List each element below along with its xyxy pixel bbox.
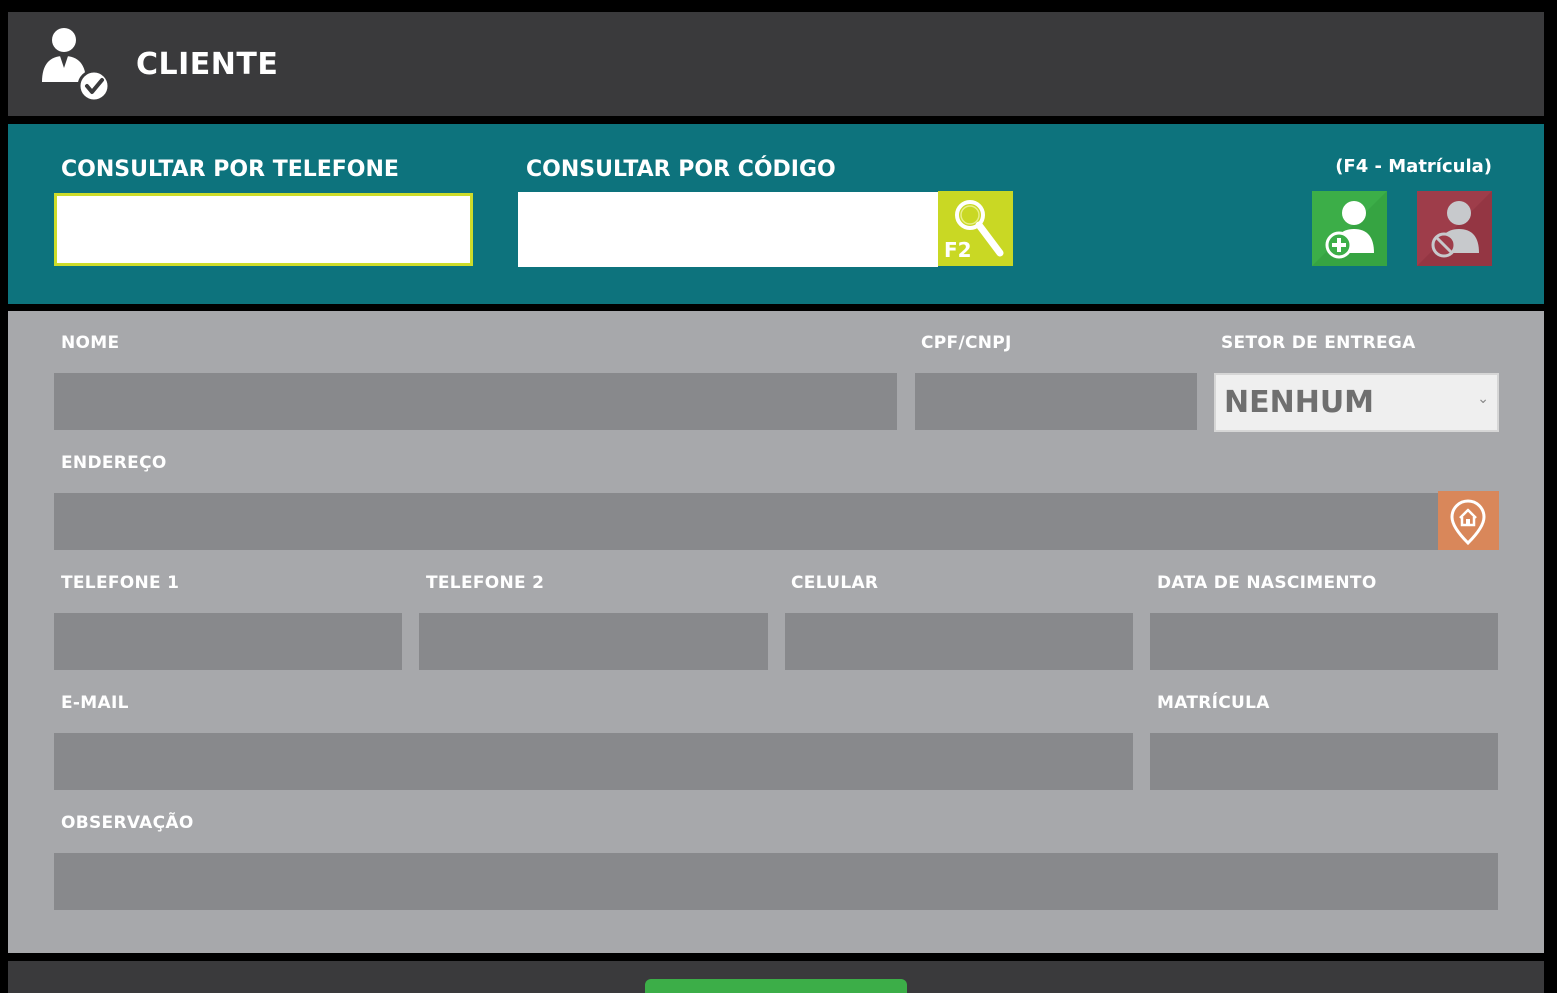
telefone2-label: TELEFONE 2 bbox=[426, 573, 545, 593]
setor-selected-value: NENHUM bbox=[1224, 385, 1375, 420]
telefone1-label: TELEFONE 1 bbox=[61, 573, 180, 593]
nome-input[interactable] bbox=[54, 373, 897, 430]
endereco-label: ENDEREÇO bbox=[61, 453, 167, 473]
chevron-down-icon: ⌄ bbox=[1477, 391, 1489, 407]
save-button[interactable] bbox=[645, 979, 907, 993]
footer-bar bbox=[8, 961, 1544, 993]
address-lookup-button[interactable] bbox=[1438, 491, 1499, 550]
matricula-shortcut-hint: (F4 - Matrícula) bbox=[1335, 156, 1492, 177]
cpf-input[interactable] bbox=[915, 373, 1197, 430]
code-search-label: CONSULTAR POR CÓDIGO bbox=[526, 157, 836, 182]
add-client-button[interactable] bbox=[1312, 191, 1387, 266]
search-panel: CONSULTAR POR TELEFONE CONSULTAR POR CÓD… bbox=[8, 124, 1544, 304]
code-search-input[interactable] bbox=[518, 192, 938, 267]
celular-label: CELULAR bbox=[791, 573, 879, 593]
matricula-input[interactable] bbox=[1150, 733, 1498, 790]
telefone2-input[interactable] bbox=[419, 613, 768, 670]
user-check-icon bbox=[38, 26, 114, 103]
user-add-icon bbox=[1312, 191, 1387, 266]
client-form: NOME CPF/CNPJ SETOR DE ENTREGA NENHUM ⌄ … bbox=[8, 311, 1544, 953]
phone-search-input[interactable] bbox=[54, 193, 473, 266]
celular-input[interactable] bbox=[785, 613, 1133, 670]
page-title: CLIENTE bbox=[136, 47, 279, 82]
email-input[interactable] bbox=[54, 733, 1133, 790]
email-label: E-MAIL bbox=[61, 693, 129, 713]
home-pin-icon bbox=[1450, 499, 1486, 546]
phone-search-label: CONSULTAR POR TELEFONE bbox=[61, 157, 399, 182]
nascimento-input[interactable] bbox=[1150, 613, 1498, 670]
block-client-button[interactable] bbox=[1417, 191, 1492, 266]
header-bar: CLIENTE bbox=[8, 12, 1544, 116]
observacao-input[interactable] bbox=[54, 853, 1498, 910]
search-shortcut-label: F2 bbox=[944, 238, 972, 262]
nascimento-label: DATA DE NASCIMENTO bbox=[1157, 573, 1377, 593]
endereco-input[interactable] bbox=[54, 493, 1438, 550]
observacao-label: OBSERVAÇÃO bbox=[61, 813, 194, 833]
user-block-icon bbox=[1417, 191, 1492, 266]
telefone1-input[interactable] bbox=[54, 613, 402, 670]
matricula-label: MATRÍCULA bbox=[1157, 693, 1270, 713]
nome-label: NOME bbox=[61, 333, 120, 353]
cpf-label: CPF/CNPJ bbox=[921, 333, 1012, 353]
setor-select[interactable]: NENHUM ⌄ bbox=[1214, 373, 1499, 432]
search-button[interactable]: F2 bbox=[938, 191, 1013, 266]
setor-label: SETOR DE ENTREGA bbox=[1221, 333, 1416, 353]
